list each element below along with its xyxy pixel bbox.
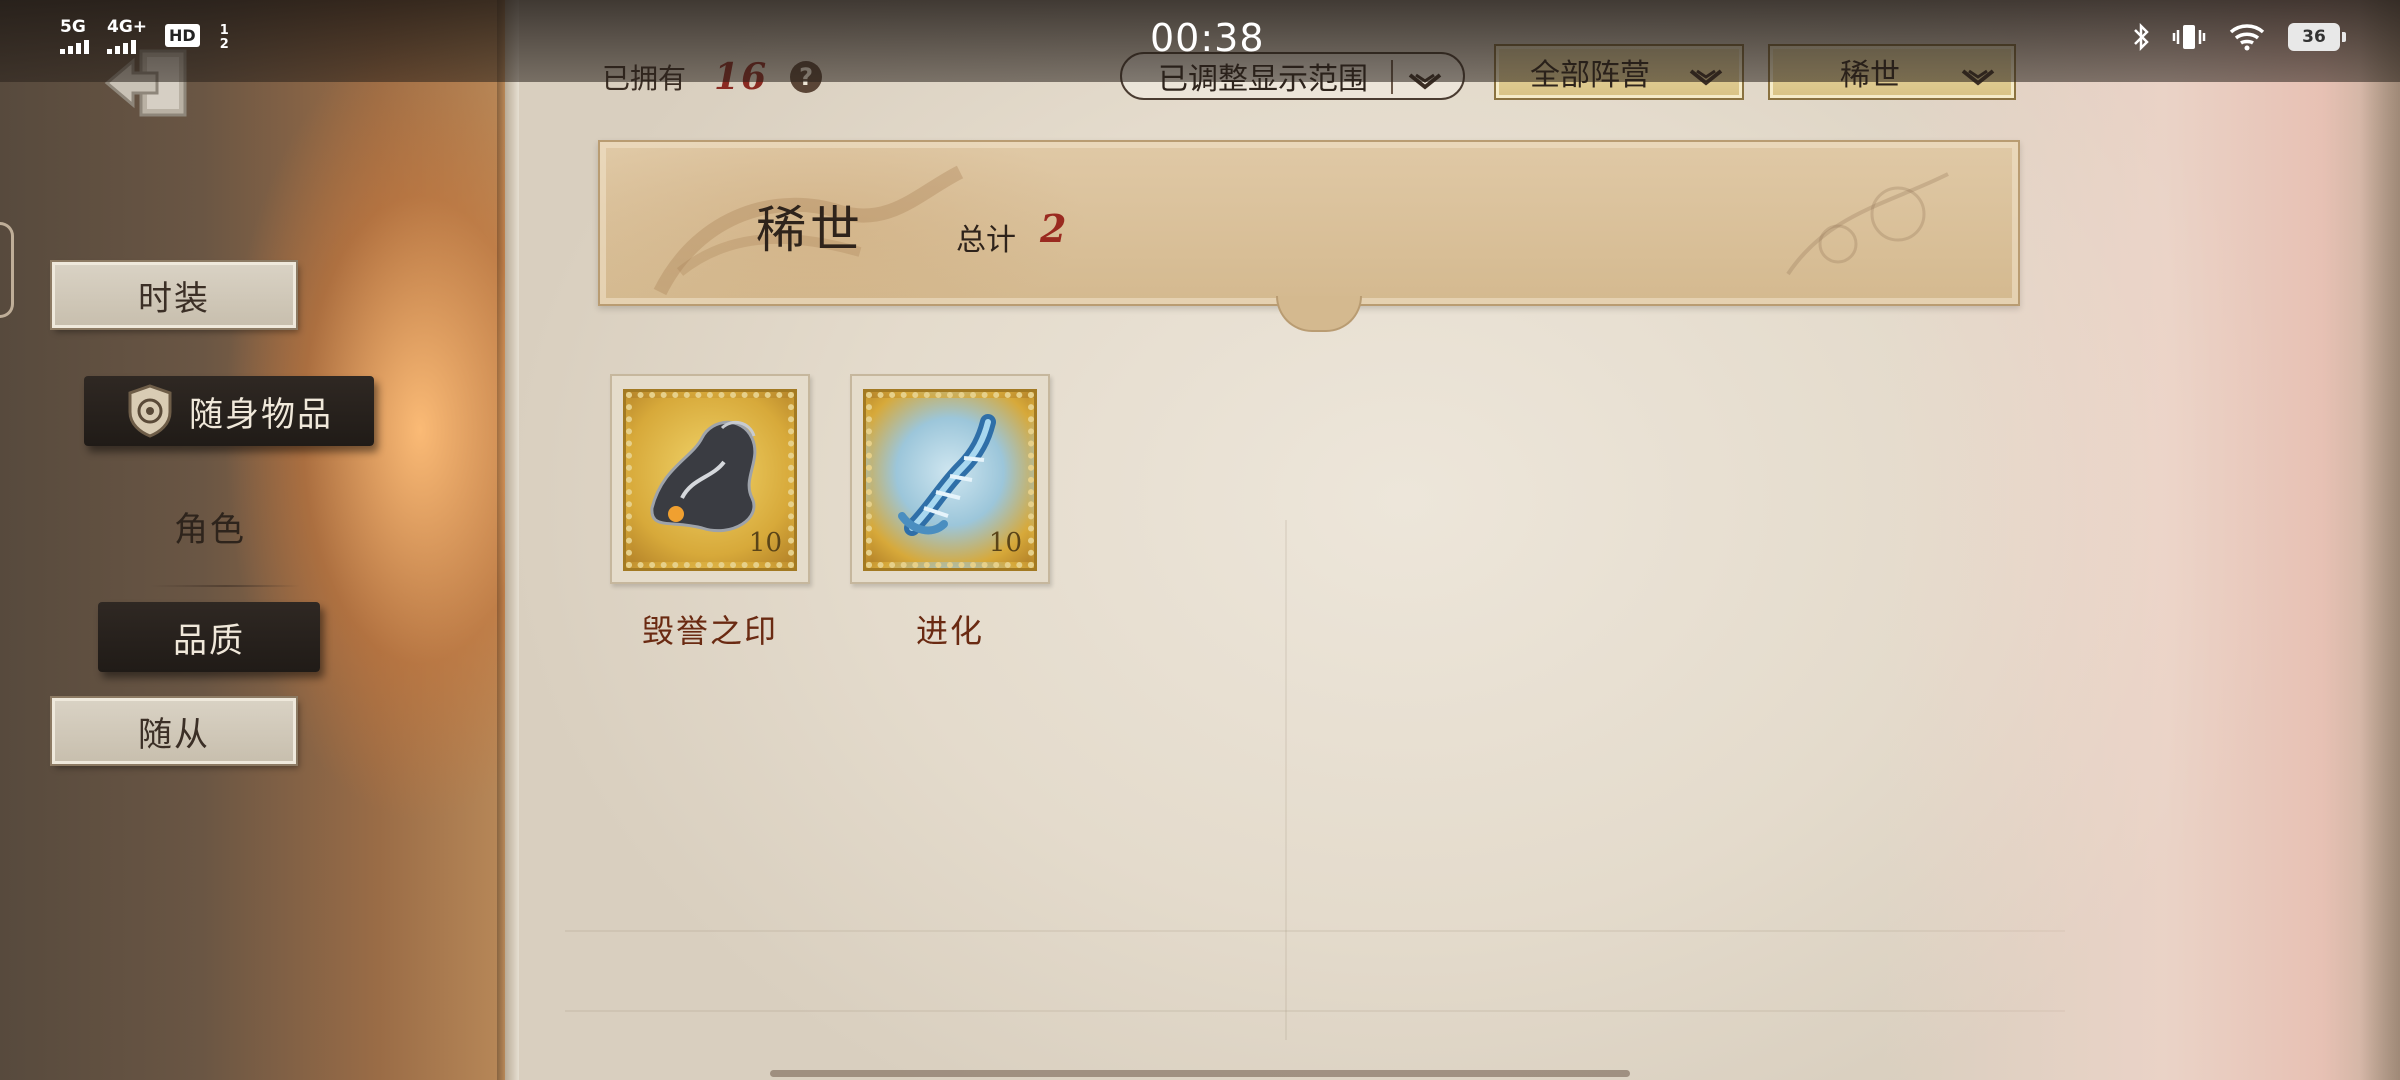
sidebar: 时装 随身物品 角色 品质 随从 (0, 0, 505, 1080)
item-label: 毁誉之印 (641, 612, 778, 650)
status-icons: 36 (2132, 22, 2346, 52)
sidebar-item-label: 品质 (173, 620, 245, 661)
stamp: 10 (623, 389, 797, 571)
sidebar-item-costume[interactable]: 时装 (52, 262, 296, 328)
status-bar: 5G 4G+ HD 1 2 00:38 36 (0, 0, 2400, 82)
stamp: 10 (863, 389, 1037, 571)
sidebar-item-character[interactable]: 角色 (110, 498, 310, 554)
shield-badge-icon (125, 383, 175, 439)
signal-label: 4G+ (107, 17, 148, 37)
hd-sub-bottom: 2 (219, 37, 229, 52)
sidebar-item-follower[interactable]: 随从 (52, 698, 296, 764)
signal-4g: 4G+ (107, 18, 147, 54)
hd-sub: 1 2 (218, 18, 229, 52)
decor-line (565, 930, 2065, 932)
banner-total-label: 总计 (956, 223, 1016, 258)
sidebar-item-label: 随从 (138, 714, 210, 755)
sidebar-item-label: 角色 (174, 509, 246, 550)
banner-title: 稀世 (756, 201, 864, 259)
signal-bars-icon (107, 40, 136, 54)
vibrate-icon (2172, 25, 2206, 49)
stamp-value: 10 (988, 528, 1022, 558)
hd-badge: HD (165, 24, 200, 47)
item-card[interactable]: 10 毁誉之印 (610, 374, 810, 650)
home-indicator[interactable] (770, 1070, 1630, 1077)
signal-bars-icon (60, 40, 89, 54)
collapse-tab[interactable] (0, 222, 14, 318)
signal-5g: 5G (60, 18, 89, 54)
sidebar-item-label: 时装 (138, 278, 210, 319)
decor-line (565, 1010, 2065, 1012)
item-card[interactable]: 10 进化 (850, 374, 1050, 650)
bluetooth-icon (2134, 22, 2149, 52)
paper-edge-right (2360, 0, 2400, 1080)
banner-flower-ornament (1786, 172, 1949, 276)
stamp-value: 10 (748, 528, 782, 558)
clock: 00:38 (1150, 16, 1265, 60)
signal-label: 5G (60, 17, 86, 37)
sidebar-item-accessories[interactable]: 随身物品 (84, 376, 374, 446)
sidebar-item-quality[interactable]: 品质 (98, 602, 320, 672)
battery-icon: 36 (2288, 23, 2346, 51)
signal-group: 5G 4G+ HD 1 2 (60, 18, 229, 54)
battery-level: 36 (2302, 27, 2326, 47)
item-label: 进化 (915, 612, 984, 650)
wifi-icon (2229, 24, 2265, 51)
paper-edge (505, 0, 519, 1080)
divider (150, 585, 300, 587)
hd-sub-top: 1 (219, 23, 229, 38)
decor-line (1285, 520, 1287, 1040)
sidebar-item-label: 随身物品 (189, 394, 333, 435)
banner-total-count: 2 (1040, 206, 1067, 251)
